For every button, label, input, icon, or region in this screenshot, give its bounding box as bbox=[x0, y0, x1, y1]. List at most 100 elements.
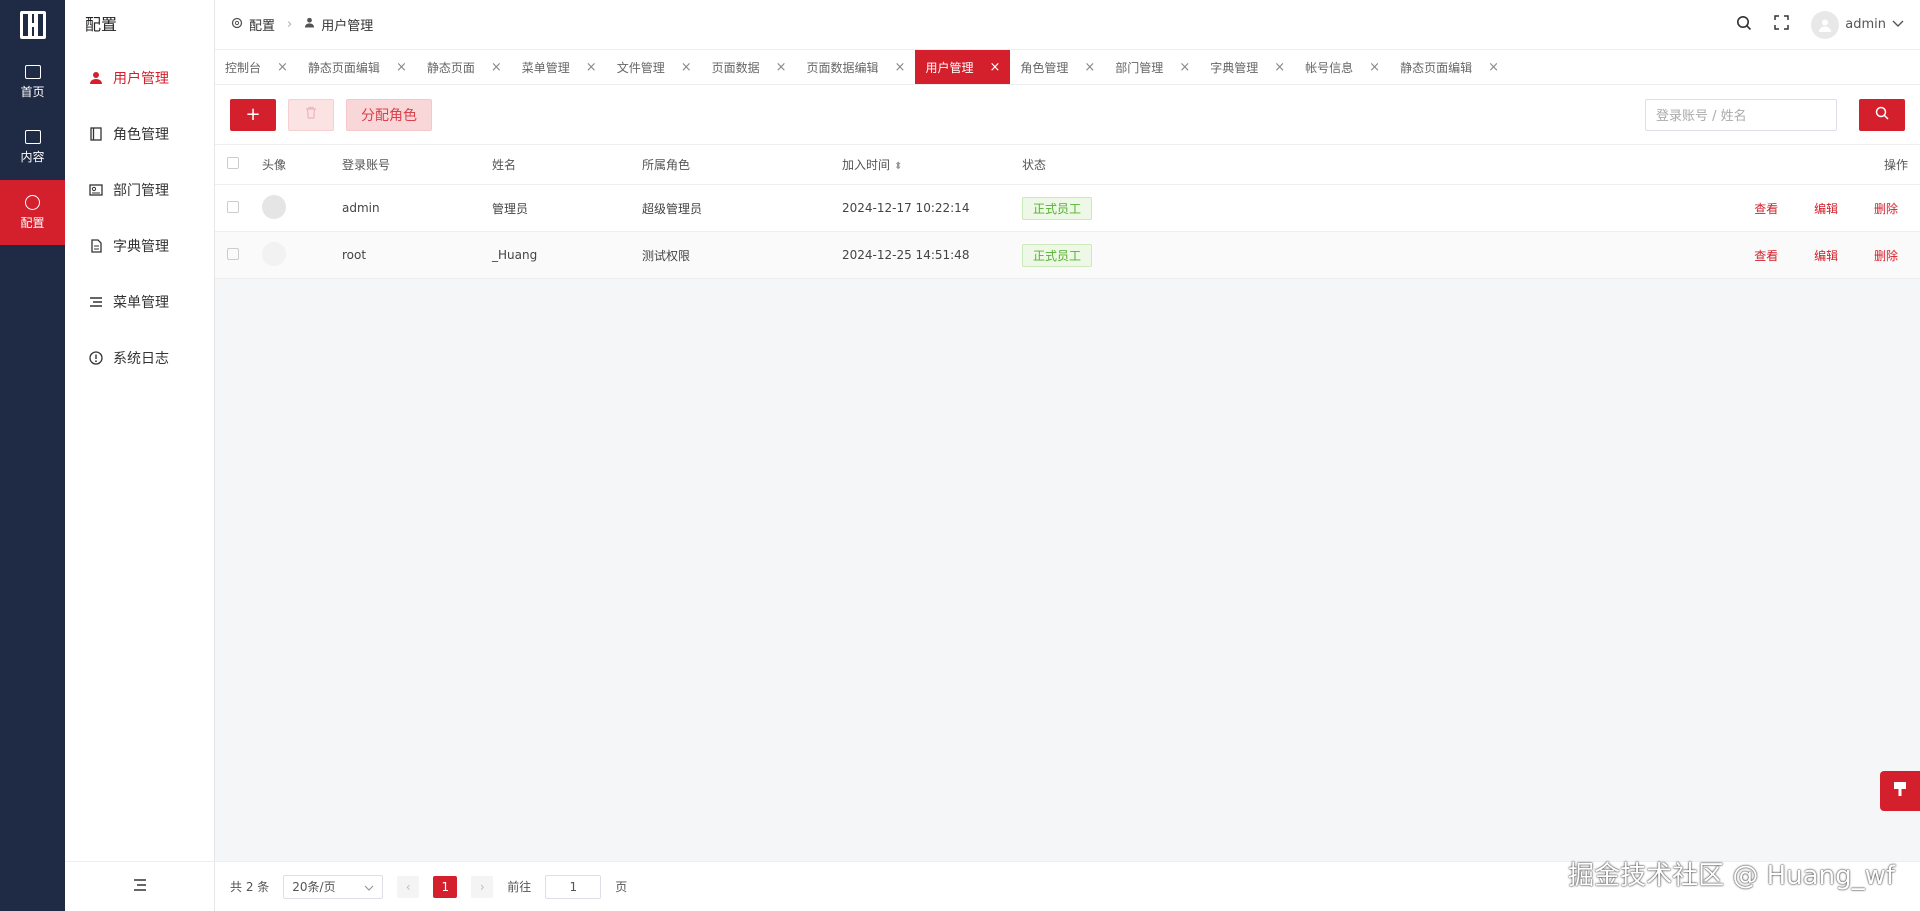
edit-button[interactable]: 编辑 bbox=[1814, 202, 1838, 216]
sidebar: 配置 用户管理 角色管理 部门管理 字典管理 菜单管理 系统日志 bbox=[65, 0, 215, 911]
top-header: 配置 › 用户管理 admin bbox=[215, 0, 1920, 50]
sort-icon[interactable]: ⬍ bbox=[894, 161, 902, 172]
search-button[interactable] bbox=[1859, 98, 1905, 131]
logo-icon bbox=[19, 11, 46, 39]
sidebar-item-roles[interactable]: 角色管理 bbox=[65, 106, 214, 162]
rail-item-label: 首页 bbox=[20, 85, 45, 99]
page-number-current[interactable]: 1 bbox=[433, 875, 458, 898]
goto-suffix: 页 bbox=[615, 880, 628, 894]
rail-item-config[interactable]: 配置 bbox=[0, 180, 65, 245]
breadcrumb-item[interactable]: 配置 bbox=[249, 15, 275, 34]
sidebar-collapse-button[interactable] bbox=[65, 861, 215, 911]
close-icon[interactable]: × bbox=[1179, 60, 1190, 75]
page-size-select[interactable]: 20条/页 bbox=[283, 874, 384, 899]
trash-icon bbox=[305, 106, 317, 123]
chevron-right-icon: › bbox=[287, 17, 293, 32]
tab-user-management[interactable]: 用户管理 × bbox=[915, 50, 1011, 84]
tab-static-page-edit-2[interactable]: 静态页面编辑 × bbox=[1390, 50, 1509, 84]
tab-menu-management[interactable]: 菜单管理 × bbox=[512, 50, 607, 84]
rail-item-content[interactable]: 内容 bbox=[0, 115, 65, 180]
close-icon[interactable]: × bbox=[989, 60, 1000, 75]
tab-department-management[interactable]: 部门管理 × bbox=[1105, 50, 1200, 84]
monitor-icon bbox=[24, 65, 41, 79]
rail-item-home[interactable]: 首页 bbox=[0, 50, 65, 115]
search-icon[interactable] bbox=[1736, 15, 1752, 35]
tab-role-management[interactable]: 角色管理 × bbox=[1010, 50, 1105, 84]
file-text-icon bbox=[89, 239, 103, 253]
collapse-icon bbox=[133, 878, 147, 895]
next-page-button[interactable]: › bbox=[471, 875, 494, 898]
sidebar-item-users[interactable]: 用户管理 bbox=[65, 50, 214, 106]
close-icon[interactable]: × bbox=[895, 60, 906, 75]
app-logo[interactable] bbox=[0, 0, 65, 50]
book-icon bbox=[89, 127, 103, 141]
sidebar-item-label: 用户管理 bbox=[113, 71, 169, 87]
close-icon[interactable]: × bbox=[681, 60, 692, 75]
close-icon[interactable]: × bbox=[776, 60, 787, 75]
assign-role-button[interactable]: 分配角色 bbox=[346, 98, 432, 131]
cell-role: 超级管理员 bbox=[642, 184, 842, 232]
view-button[interactable]: 查看 bbox=[1754, 249, 1778, 263]
col-role: 所属角色 bbox=[642, 144, 842, 185]
rail-item-label: 配置 bbox=[20, 215, 45, 230]
tab-label: 页面数据 bbox=[711, 60, 760, 75]
close-icon[interactable]: × bbox=[1084, 60, 1095, 75]
total-count: 共 2 条 bbox=[230, 880, 270, 894]
goto-page-input[interactable]: 1 bbox=[545, 874, 602, 899]
row-checkbox[interactable] bbox=[227, 200, 239, 213]
sidebar-item-logs[interactable]: 系统日志 bbox=[65, 330, 214, 386]
main-content: + 分配角色 登录账号 / 姓名 头像 登录账号 姓名 所属角色 加入时间 ⬍ 状… bbox=[215, 85, 1920, 861]
sidebar-item-menus[interactable]: 菜单管理 bbox=[65, 274, 214, 330]
tab-page-data-edit[interactable]: 页面数据编辑 × bbox=[797, 50, 916, 84]
tab-label: 文件管理 bbox=[616, 60, 665, 75]
sidebar-item-label: 字典管理 bbox=[113, 239, 169, 255]
tab-file-management[interactable]: 文件管理 × bbox=[607, 50, 702, 84]
tab-label: 字典管理 bbox=[1210, 60, 1259, 75]
delete-row-button[interactable]: 删除 bbox=[1874, 249, 1898, 263]
delete-row-button[interactable]: 删除 bbox=[1874, 202, 1898, 216]
sidebar-item-departments[interactable]: 部门管理 bbox=[65, 162, 214, 218]
close-icon[interactable]: × bbox=[396, 60, 407, 75]
fullscreen-icon[interactable] bbox=[1774, 15, 1790, 34]
page-tabs: 控制台 × 静态页面编辑 × 静态页面 × 菜单管理 × 文件管理 × 页面数据 × 页面数… bbox=[215, 50, 1920, 85]
search-input[interactable]: 登录账号 / 姓名 bbox=[1645, 98, 1837, 131]
tab-dictionary-management[interactable]: 字典管理 × bbox=[1200, 50, 1295, 84]
close-icon[interactable]: × bbox=[586, 60, 597, 75]
tab-label: 静态页面编辑 bbox=[307, 60, 380, 75]
col-avatar: 头像 bbox=[262, 144, 342, 185]
sidebar-item-label: 系统日志 bbox=[113, 351, 169, 367]
close-icon[interactable]: × bbox=[277, 60, 288, 75]
sidebar-title: 配置 bbox=[85, 15, 118, 34]
col-name: 姓名 bbox=[492, 144, 642, 185]
edit-button[interactable]: 编辑 bbox=[1814, 249, 1838, 263]
document-icon bbox=[24, 130, 41, 144]
col-actions: 操作 bbox=[1720, 144, 1920, 185]
brush-icon bbox=[1893, 781, 1907, 801]
add-user-button[interactable]: + bbox=[230, 98, 276, 131]
close-icon[interactable]: × bbox=[491, 60, 502, 75]
delete-button[interactable] bbox=[288, 98, 334, 131]
tab-static-page[interactable]: 静态页面 × bbox=[417, 50, 512, 84]
floating-tool-button[interactable] bbox=[1880, 771, 1920, 811]
prev-page-button[interactable]: ‹ bbox=[397, 875, 420, 898]
goto-prefix: 前往 bbox=[507, 880, 532, 894]
close-icon[interactable]: × bbox=[1274, 60, 1285, 75]
sidebar-item-dictionary[interactable]: 字典管理 bbox=[65, 218, 214, 274]
close-icon[interactable]: × bbox=[1488, 60, 1499, 75]
tab-page-data[interactable]: 页面数据 × bbox=[702, 50, 797, 84]
tab-console[interactable]: 控制台 × bbox=[215, 50, 298, 84]
view-button[interactable]: 查看 bbox=[1754, 202, 1778, 216]
user-menu[interactable]: admin bbox=[1811, 10, 1904, 39]
col-status: 状态 bbox=[1022, 144, 1720, 185]
cell-name: 管理员 bbox=[492, 184, 642, 232]
header-actions: admin bbox=[1736, 10, 1904, 39]
close-icon[interactable]: × bbox=[1369, 60, 1380, 75]
row-checkbox[interactable] bbox=[227, 247, 239, 260]
select-all-checkbox[interactable] bbox=[227, 157, 239, 169]
tab-static-page-edit[interactable]: 静态页面编辑 × bbox=[298, 50, 417, 84]
col-joined[interactable]: 加入时间 ⬍ bbox=[842, 144, 1022, 185]
tab-label: 部门管理 bbox=[1115, 60, 1164, 75]
tab-label: 角色管理 bbox=[1020, 60, 1069, 75]
tab-account-info[interactable]: 帐号信息 × bbox=[1295, 50, 1390, 84]
status-badge: 正式员工 bbox=[1022, 196, 1093, 220]
